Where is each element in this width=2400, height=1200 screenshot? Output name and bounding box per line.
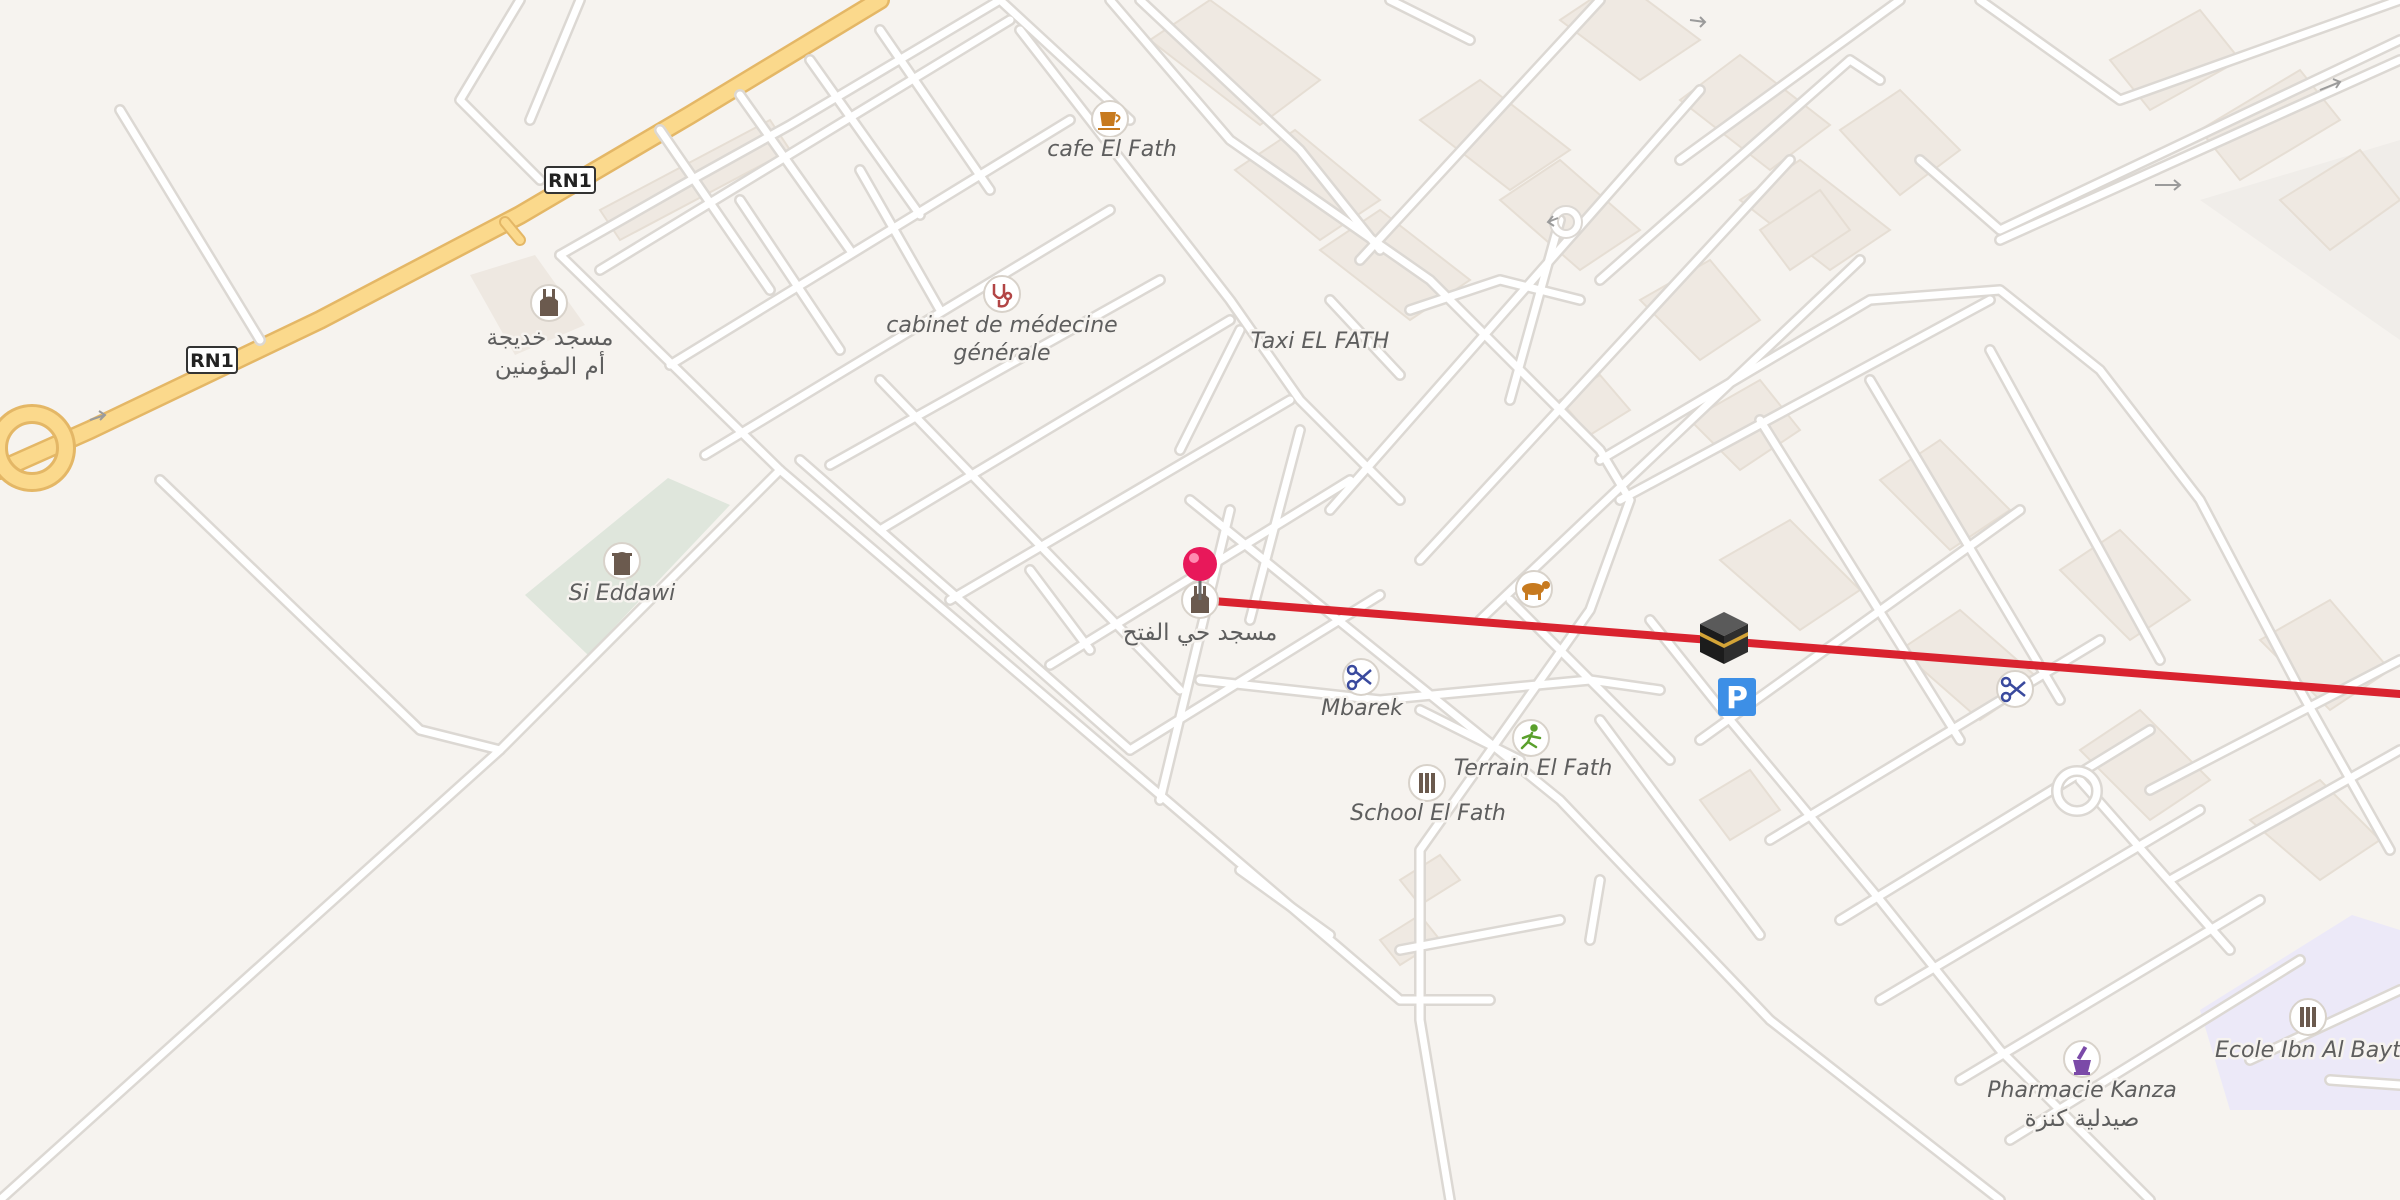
svg-text:RN1: RN1 xyxy=(190,350,234,372)
pharmacy-label-line1: Pharmacie Kanza xyxy=(1987,1078,2176,1103)
svg-text:RN1: RN1 xyxy=(548,170,592,192)
rn1-shield-north: RN1 xyxy=(544,166,596,194)
pharmacy-label-line2: صيدلية كنزة xyxy=(2025,1106,2140,1132)
parking-icon[interactable]: P xyxy=(1718,678,1756,716)
clinic-label-line1: cabinet de médecine xyxy=(886,313,1117,338)
mosque-khadija-label-line1: مسجد خديجة xyxy=(487,325,614,351)
terrain-label: Terrain El Fath xyxy=(1454,756,1613,781)
taxi-label[interactable]: Taxi EL FATH xyxy=(1248,327,1392,357)
mosque-fath-label: مسجد حي الفتح xyxy=(1123,620,1278,646)
school-icon xyxy=(1419,773,1435,793)
map-canvas[interactable]: RN1 RN1 cafe El Fath cabinet de médecine… xyxy=(0,0,2400,1200)
mosque-khadija-label-line2: أم المؤمنين xyxy=(495,351,605,380)
school-icon xyxy=(2300,1007,2316,1027)
clinic-label-line2: générale xyxy=(953,341,1050,366)
ecole-label: Ecole Ibn Al Baytar xyxy=(2215,1038,2400,1063)
cemetery-icon xyxy=(612,552,632,575)
school-el-fath-label: School El Fath xyxy=(1350,801,1506,826)
poi-barber-east[interactable] xyxy=(1996,670,2034,708)
mbarek-label: Mbarek xyxy=(1321,696,1404,721)
parking-label: P xyxy=(1726,681,1748,716)
cemetery-label: Si Eddawi xyxy=(569,581,676,606)
cafe-label: cafe El Fath xyxy=(1047,137,1177,162)
rn1-shield-south: RN1 xyxy=(186,346,238,374)
poi-butcher[interactable] xyxy=(1515,570,1553,608)
